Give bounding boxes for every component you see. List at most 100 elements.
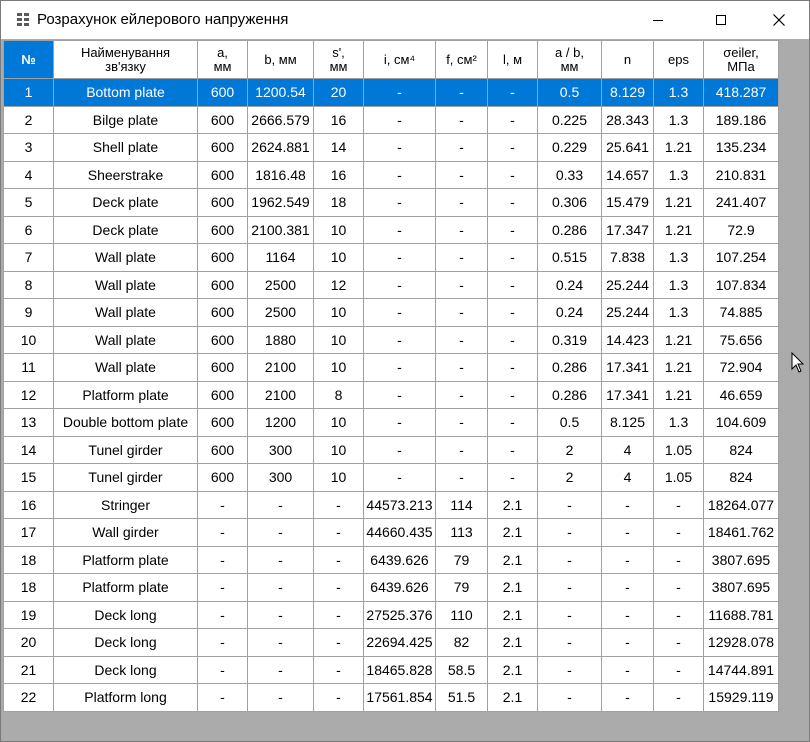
table-row[interactable]: 17 Wall girder - - -44660.435 113 2.1- - -18461.… xyxy=(3,518,779,547)
cell-n[interactable]: 8.125 xyxy=(601,408,654,437)
cell-b[interactable]: 2666.579 xyxy=(247,105,314,134)
cell-n[interactable]: 8.129 xyxy=(601,78,654,107)
cell-i[interactable]: - xyxy=(363,435,436,464)
cell-n[interactable]: 17.341 xyxy=(601,353,654,382)
cell-ab[interactable]: - xyxy=(537,490,602,519)
cell-name[interactable]: Double bottom plate xyxy=(53,408,198,437)
cell-b[interactable]: 1880 xyxy=(247,325,314,354)
column-header-s[interactable]: s', мм xyxy=(313,40,364,79)
cell-sigma[interactable]: 3807.695 xyxy=(703,545,779,574)
cell-name[interactable]: Platform long xyxy=(53,683,198,712)
cell-a[interactable]: 600 xyxy=(197,133,248,162)
cell-name[interactable]: Platform plate xyxy=(53,573,198,602)
table-row[interactable]: 3 Shell plate 600 2624.881 14- - -0.229 25.641 1… xyxy=(3,133,779,162)
cell-f[interactable]: 114 xyxy=(435,490,488,519)
cell-name[interactable]: Shell plate xyxy=(53,133,198,162)
cell-eps[interactable]: 1.21 xyxy=(653,380,704,409)
cell-ab[interactable]: 0.286 xyxy=(537,353,602,382)
cell-sigma[interactable]: 72.904 xyxy=(703,353,779,382)
cell-i[interactable]: - xyxy=(363,215,436,244)
cell-b[interactable]: 2500 xyxy=(247,270,314,299)
cell-ab[interactable]: - xyxy=(537,628,602,657)
cell-s[interactable]: 10 xyxy=(313,243,364,272)
cell-n[interactable]: 25.641 xyxy=(601,133,654,162)
cell-s[interactable]: 10 xyxy=(313,325,364,354)
cell-f[interactable]: 110 xyxy=(435,600,488,629)
cell-s[interactable]: 10 xyxy=(313,463,364,492)
cell-s[interactable]: - xyxy=(313,655,364,684)
cell-i[interactable]: 18465.828 xyxy=(363,655,436,684)
cell-a[interactable]: 600 xyxy=(197,408,248,437)
close-button[interactable] xyxy=(756,1,802,39)
cell-s[interactable]: - xyxy=(313,683,364,712)
cell-eps[interactable]: - xyxy=(653,683,704,712)
cell-b[interactable]: 2100.381 xyxy=(247,215,314,244)
cell-eps[interactable]: - xyxy=(653,600,704,629)
cell-i[interactable]: - xyxy=(363,408,436,437)
table-row[interactable]: 18 Platform plate - - -6439.626 79 2.1- - -3807.… xyxy=(3,545,779,574)
cell-n[interactable]: 14.423 xyxy=(601,325,654,354)
cell-n[interactable]: - xyxy=(601,545,654,574)
cell-eps[interactable]: - xyxy=(653,628,704,657)
cell-ab[interactable]: 0.319 xyxy=(537,325,602,354)
cell-f[interactable]: - xyxy=(435,380,488,409)
cell-name[interactable]: Tunel girder xyxy=(53,435,198,464)
cell-eps[interactable]: 1.21 xyxy=(653,353,704,382)
cell-ab[interactable]: - xyxy=(537,655,602,684)
cell-name[interactable]: Wall plate xyxy=(53,270,198,299)
cell-l[interactable]: - xyxy=(487,325,538,354)
cell-a[interactable]: - xyxy=(197,490,248,519)
cell-a[interactable]: 600 xyxy=(197,353,248,382)
cell-a[interactable]: 600 xyxy=(197,160,248,189)
cell-l[interactable]: - xyxy=(487,270,538,299)
cell-num[interactable]: 6 xyxy=(3,215,54,244)
cell-num[interactable]: 13 xyxy=(3,408,54,437)
cell-num[interactable]: 22 xyxy=(3,683,54,712)
cell-i[interactable]: - xyxy=(363,380,436,409)
cell-a[interactable]: 600 xyxy=(197,78,248,107)
table-row[interactable]: 6 Deck plate 600 2100.381 10- - -0.286 17.347 1.… xyxy=(3,215,779,244)
cell-n[interactable]: - xyxy=(601,518,654,547)
cell-s[interactable]: - xyxy=(313,490,364,519)
cell-eps[interactable]: - xyxy=(653,545,704,574)
cell-s[interactable]: - xyxy=(313,573,364,602)
column-header-sigma[interactable]: σeiler, МПа xyxy=(703,40,779,79)
cell-s[interactable]: 10 xyxy=(313,408,364,437)
cell-ab[interactable]: 2 xyxy=(537,463,602,492)
cell-sigma[interactable]: 135.234 xyxy=(703,133,779,162)
cell-l[interactable]: - xyxy=(487,133,538,162)
cell-l[interactable]: - xyxy=(487,215,538,244)
cell-s[interactable]: 16 xyxy=(313,105,364,134)
column-header-num[interactable]: № xyxy=(3,40,54,79)
cell-name[interactable]: Platform plate xyxy=(53,545,198,574)
cell-f[interactable]: - xyxy=(435,243,488,272)
cell-l[interactable]: - xyxy=(487,463,538,492)
cell-n[interactable]: 17.347 xyxy=(601,215,654,244)
cell-ab[interactable]: 0.24 xyxy=(537,298,602,327)
cell-b[interactable]: 1816.48 xyxy=(247,160,314,189)
cell-sigma[interactable]: 418.287 xyxy=(703,78,779,107)
cell-a[interactable]: - xyxy=(197,518,248,547)
cell-ab[interactable]: 0.286 xyxy=(537,215,602,244)
cell-a[interactable]: 600 xyxy=(197,188,248,217)
cell-a[interactable]: 600 xyxy=(197,243,248,272)
cell-num[interactable]: 7 xyxy=(3,243,54,272)
cell-a[interactable]: 600 xyxy=(197,325,248,354)
cell-f[interactable]: 79 xyxy=(435,545,488,574)
table-row[interactable]: 15 Tunel girder 600 300 10- - -2 4 1.05 824 xyxy=(3,463,779,492)
cell-eps[interactable]: 1.05 xyxy=(653,435,704,464)
cell-sigma[interactable]: 14744.891 xyxy=(703,655,779,684)
cell-sigma[interactable]: 15929.119 xyxy=(703,683,779,712)
cell-s[interactable]: 10 xyxy=(313,215,364,244)
cell-f[interactable]: 51.5 xyxy=(435,683,488,712)
cell-b[interactable]: 2100 xyxy=(247,380,314,409)
cell-num[interactable]: 9 xyxy=(3,298,54,327)
table-row[interactable]: 9 Wall plate 600 2500 10- - -0.24 25.244 1.3 74.8… xyxy=(3,298,779,327)
cell-b[interactable]: - xyxy=(247,600,314,629)
cell-s[interactable]: - xyxy=(313,518,364,547)
cell-eps[interactable]: 1.3 xyxy=(653,408,704,437)
cell-s[interactable]: 10 xyxy=(313,353,364,382)
column-header-f[interactable]: f, см² xyxy=(435,40,488,79)
cell-i[interactable]: - xyxy=(363,298,436,327)
cell-n[interactable]: 4 xyxy=(601,463,654,492)
